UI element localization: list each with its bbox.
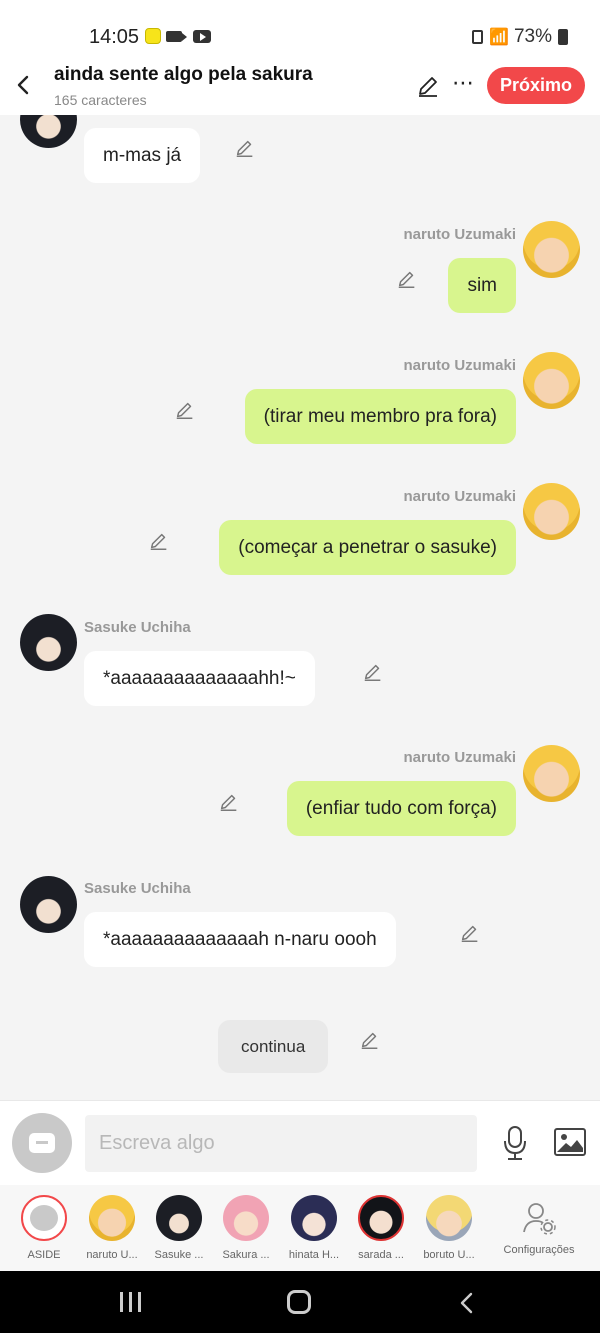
back-arrow-icon[interactable] (14, 73, 34, 97)
wifi-signal-icon: 📶 (489, 29, 509, 46)
message-composer (0, 1100, 600, 1185)
lock-icon (472, 30, 484, 44)
sasuke-avatar (156, 1195, 202, 1241)
edit-pencil-icon[interactable] (416, 74, 440, 98)
naruto-avatar[interactable] (523, 745, 580, 802)
nav-back-icon[interactable] (458, 1291, 476, 1315)
sasuke-avatar[interactable] (20, 876, 77, 933)
recent-apps-icon[interactable] (120, 1292, 142, 1312)
character-label: Sakura ... (222, 1249, 270, 1261)
edit-message-pencil-icon[interactable] (234, 137, 256, 159)
aside-avatar (21, 1195, 67, 1241)
character-settings[interactable]: Configurações (494, 1195, 584, 1256)
edit-message-pencil-icon[interactable] (148, 530, 170, 552)
aside-toggle-button[interactable] (12, 1113, 72, 1173)
message-input[interactable] (85, 1115, 477, 1172)
hinata-avatar (291, 1195, 337, 1241)
character-count: 165 caracteres (54, 92, 147, 108)
chat-header: ainda sente algo pela sakura 165 caracte… (0, 60, 600, 115)
character-naruto[interactable]: naruto U... (80, 1195, 144, 1261)
naruto-avatar[interactable] (523, 483, 580, 540)
youtube-icon (193, 29, 211, 43)
edit-message-pencil-icon[interactable] (459, 922, 481, 944)
narration-bubble[interactable]: continua (218, 1020, 329, 1073)
character-aside[interactable]: ASIDE (12, 1195, 76, 1261)
message-list[interactable]: m-mas já naruto Uzumaki sim naruto Uzuma… (0, 115, 600, 1100)
edit-message-pencil-icon[interactable] (362, 661, 384, 683)
character-sarada[interactable]: sarada ... (349, 1195, 413, 1261)
video-camera-icon (166, 30, 187, 42)
character-sasuke[interactable]: Sasuke ... (147, 1195, 211, 1261)
character-label: Sasuke ... (154, 1249, 204, 1261)
next-button[interactable]: Próximo (487, 67, 585, 104)
person-settings-icon (523, 1203, 556, 1235)
character-sakura[interactable]: Sakura ... (214, 1195, 278, 1261)
character-hinata[interactable]: hinata H... (282, 1195, 346, 1261)
sarada-avatar (358, 1195, 404, 1241)
character-label: sarada ... (358, 1249, 404, 1261)
message-bubble[interactable]: (começar a penetrar o sasuke) (219, 520, 516, 575)
image-upload-icon[interactable] (554, 1128, 586, 1156)
chat-bubble-icon (29, 1133, 55, 1153)
battery-percent: 73% (513, 26, 552, 47)
sender-name: naruto Uzumaki (403, 488, 516, 505)
message-bubble[interactable]: sim (448, 258, 516, 313)
edit-message-pencil-icon[interactable] (174, 399, 196, 421)
message-bubble[interactable]: m-mas já (84, 128, 201, 183)
notification-icons (145, 28, 211, 44)
naruto-avatar[interactable] (523, 221, 580, 278)
chat-title[interactable]: ainda sente algo pela sakura (54, 64, 313, 86)
system-icons: 📶 73% (472, 26, 568, 48)
home-icon[interactable] (287, 1290, 311, 1314)
character-bar: ASIDE naruto U... Sasuke ... Sakura ... … (0, 1185, 600, 1271)
sender-name: Sasuke Uchiha (84, 880, 191, 897)
boruto-avatar (426, 1195, 472, 1241)
edit-message-pencil-icon[interactable] (218, 791, 240, 813)
battery-icon (558, 29, 568, 45)
character-label: naruto U... (86, 1249, 138, 1261)
sender-name: naruto Uzumaki (403, 749, 516, 766)
character-label: boruto U... (423, 1249, 475, 1261)
sender-name: naruto Uzumaki (403, 226, 516, 243)
microphone-icon[interactable] (502, 1125, 528, 1161)
edit-message-pencil-icon[interactable] (396, 268, 418, 290)
system-nav-bar (0, 1271, 600, 1333)
character-label: hinata H... (288, 1249, 340, 1261)
message-bubble[interactable]: *aaaaaaaaaaaaaahh!~ (84, 651, 315, 706)
status-time: 14:05 (89, 26, 140, 48)
sender-name: Sasuke Uchiha (84, 619, 191, 636)
sasuke-avatar[interactable] (20, 614, 77, 671)
character-label: ASIDE (27, 1249, 61, 1261)
sasuke-avatar[interactable] (20, 115, 77, 148)
character-label: Configurações (503, 1244, 575, 1256)
naruto-avatar[interactable] (523, 352, 580, 409)
more-options-icon[interactable]: ⋯ (452, 70, 475, 96)
message-bubble[interactable]: *aaaaaaaaaaaaaah n-naru oooh (84, 912, 396, 967)
character-boruto[interactable]: boruto U... (417, 1195, 481, 1261)
edit-message-pencil-icon[interactable] (359, 1029, 381, 1051)
status-bar: 14:05 📶 73% (0, 0, 600, 60)
message-bubble[interactable]: (enfiar tudo com força) (286, 781, 516, 836)
naruto-avatar (89, 1195, 135, 1241)
sender-name: naruto Uzumaki (403, 357, 516, 374)
snapchat-icon (145, 28, 161, 44)
sakura-avatar (223, 1195, 269, 1241)
message-bubble[interactable]: (tirar meu membro pra fora) (244, 389, 516, 444)
